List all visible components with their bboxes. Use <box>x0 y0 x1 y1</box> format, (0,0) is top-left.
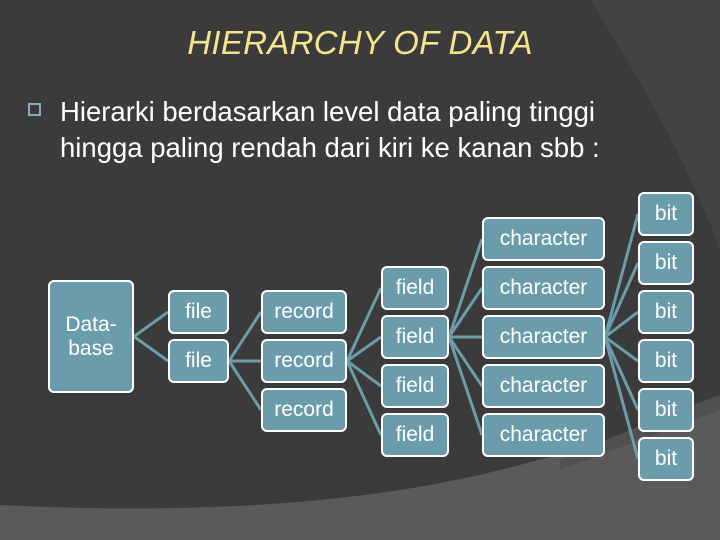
node-label: bit <box>654 202 678 225</box>
node-character: character <box>482 315 605 359</box>
node-label: record <box>274 300 334 323</box>
connector-field-to-character <box>447 287 484 338</box>
node-label: bit <box>654 398 678 421</box>
node-label: record <box>274 349 334 372</box>
node-label: Data- base <box>65 312 117 360</box>
node-label: field <box>395 276 435 299</box>
connector-database-to-file <box>133 310 169 338</box>
connector-field-to-character <box>447 336 484 436</box>
node-label: character <box>499 374 588 397</box>
node-bit: bit <box>638 388 694 432</box>
node-label: file <box>185 349 212 372</box>
node-character: character <box>482 266 605 310</box>
node-label: field <box>395 374 435 397</box>
node-label: character <box>499 325 588 348</box>
node-label: field <box>395 423 435 446</box>
node-character: character <box>482 217 605 261</box>
node-bit: bit <box>638 290 694 334</box>
node-field: field <box>381 315 449 359</box>
node-label: field <box>395 325 435 348</box>
node-field: field <box>381 266 449 310</box>
node-label: bit <box>654 300 678 323</box>
node-bit: bit <box>638 339 694 383</box>
node-record: record <box>261 290 347 334</box>
node-label: bit <box>654 251 678 274</box>
node-label: bit <box>654 447 678 470</box>
node-character: character <box>482 413 605 457</box>
node-label: character <box>499 227 588 250</box>
node-record: record <box>261 388 347 432</box>
connector-file-to-record <box>227 360 263 411</box>
node-label: character <box>499 423 588 446</box>
node-character: character <box>482 364 605 408</box>
node-database: Data- base <box>48 280 134 393</box>
node-bit: bit <box>638 241 694 285</box>
node-field: field <box>381 364 449 408</box>
connector-field-to-character <box>447 336 484 387</box>
hierarchy-connectors <box>133 213 640 460</box>
node-label: character <box>499 276 588 299</box>
node-file: file <box>168 339 229 383</box>
connector-database-to-file <box>133 335 169 363</box>
connector-field-to-character <box>447 238 484 338</box>
node-label: bit <box>654 349 678 372</box>
node-file: file <box>168 290 229 334</box>
node-record: record <box>261 339 347 383</box>
node-bit: bit <box>638 192 694 236</box>
node-label: record <box>274 398 334 421</box>
node-label: file <box>185 300 212 323</box>
connector-file-to-record <box>227 311 263 362</box>
node-bit: bit <box>638 437 694 481</box>
node-field: field <box>381 413 449 457</box>
